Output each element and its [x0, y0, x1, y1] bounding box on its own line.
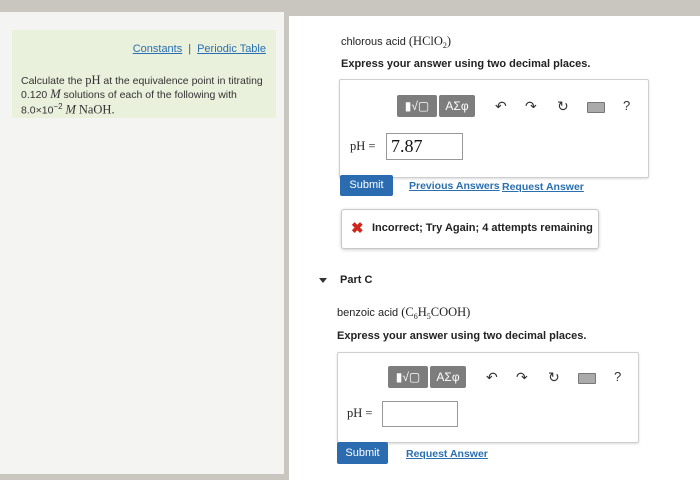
part-b-acid: chlorous acid (HClO2): [341, 34, 451, 50]
reference-links: Constants | Periodic Table: [133, 43, 266, 55]
part-b-instruction: Express your answer using two decimal pl…: [341, 58, 591, 70]
intro-text-2: at the equivalence point in titrating: [100, 75, 263, 87]
intro-unit-m2: M: [65, 102, 76, 117]
reset-icon[interactable]: ↻: [548, 369, 560, 385]
help-icon[interactable]: ?: [614, 369, 621, 384]
intro-concentration: 0.120: [21, 88, 48, 101]
constants-link[interactable]: Constants: [133, 43, 183, 55]
part-c-answer-input[interactable]: [382, 401, 458, 427]
part-b-answer-input[interactable]: 7.87: [386, 133, 463, 160]
feedback-message: ✖ Incorrect; Try Again; 4 attempts remai…: [341, 209, 599, 249]
part-b-submit-button[interactable]: Submit: [340, 175, 393, 196]
caret-down-icon[interactable]: [319, 278, 327, 283]
intro-text-3: solutions of each of the following with: [60, 88, 237, 101]
templates-button[interactable]: ▮√▢: [397, 95, 437, 117]
previous-answers-link[interactable]: Previous Answers: [409, 180, 500, 192]
symbols-button[interactable]: ΑΣφ: [439, 95, 475, 117]
reset-icon[interactable]: ↻: [557, 98, 569, 114]
part-c-formula: (C: [401, 305, 414, 319]
part-b-ph-label: pH =: [350, 139, 376, 153]
undo-icon[interactable]: ↶: [495, 98, 507, 114]
intro-unit-m: M: [50, 86, 61, 101]
redo-icon[interactable]: ↷: [516, 369, 528, 385]
part-c-toolbar: ▮√▢ ΑΣφ ↶ ↷ ↻ ?: [388, 366, 628, 390]
intro-base-conc: 8.0×10: [21, 104, 54, 117]
link-separator: |: [188, 43, 192, 55]
part-c-request-answer-link[interactable]: Request Answer: [406, 448, 488, 460]
part-b-acid-name: chlorous acid: [341, 36, 406, 48]
help-icon[interactable]: ?: [623, 98, 630, 113]
part-c-instruction: Express your answer using two decimal pl…: [337, 330, 587, 342]
part-b-formula-close: ): [446, 34, 452, 48]
part-c-ph-label: pH =: [347, 406, 373, 420]
part-c-formula-mid: H: [417, 305, 427, 319]
part-b-toolbar: ▮√▢ ΑΣφ ↶ ↷ ↻ ?: [397, 95, 637, 119]
problem-statement: Calculate the pH at the equivalence poin…: [21, 74, 271, 117]
templates-button[interactable]: ▮√▢: [388, 366, 428, 388]
undo-icon[interactable]: ↶: [486, 369, 498, 385]
part-c-answer-box: ▮√▢ ΑΣφ ↶ ↷ ↻ ? pH =: [337, 352, 639, 443]
periodic-table-link[interactable]: Periodic Table: [197, 43, 266, 55]
keyboard-icon[interactable]: [578, 373, 596, 384]
part-c-acid: benzoic acid (C6H5COOH): [337, 305, 470, 321]
symbols-button[interactable]: ΑΣφ: [430, 366, 466, 388]
part-b-request-answer-link[interactable]: Request Answer: [502, 181, 584, 193]
part-b-formula: (HClO: [408, 34, 443, 48]
incorrect-icon: ✖: [351, 220, 364, 237]
feedback-text: Incorrect; Try Again; 4 attempts remaini…: [372, 222, 593, 234]
intro-exponent: −2: [53, 102, 63, 111]
left-panel: Constants | Periodic Table Calculate the p…: [0, 12, 284, 474]
problem-intro: Constants | Periodic Table Calculate the p…: [12, 30, 276, 118]
part-c-submit-button[interactable]: Submit: [337, 442, 388, 464]
intro-ph: pH: [85, 73, 101, 87]
main-panel: chlorous acid (HClO2) Express your answe…: [289, 16, 700, 480]
part-c-acid-name: benzoic acid: [337, 307, 399, 319]
part-c-title[interactable]: Part C: [340, 274, 372, 286]
keyboard-icon[interactable]: [587, 102, 605, 113]
intro-text-1: Calculate the: [21, 75, 86, 87]
intro-base: NaOH.: [78, 102, 115, 117]
redo-icon[interactable]: ↷: [525, 98, 537, 114]
part-c-formula-tail: COOH): [430, 305, 471, 319]
part-b-answer-box: ▮√▢ ΑΣφ ↶ ↷ ↻ ? pH = 7.87: [339, 79, 649, 178]
